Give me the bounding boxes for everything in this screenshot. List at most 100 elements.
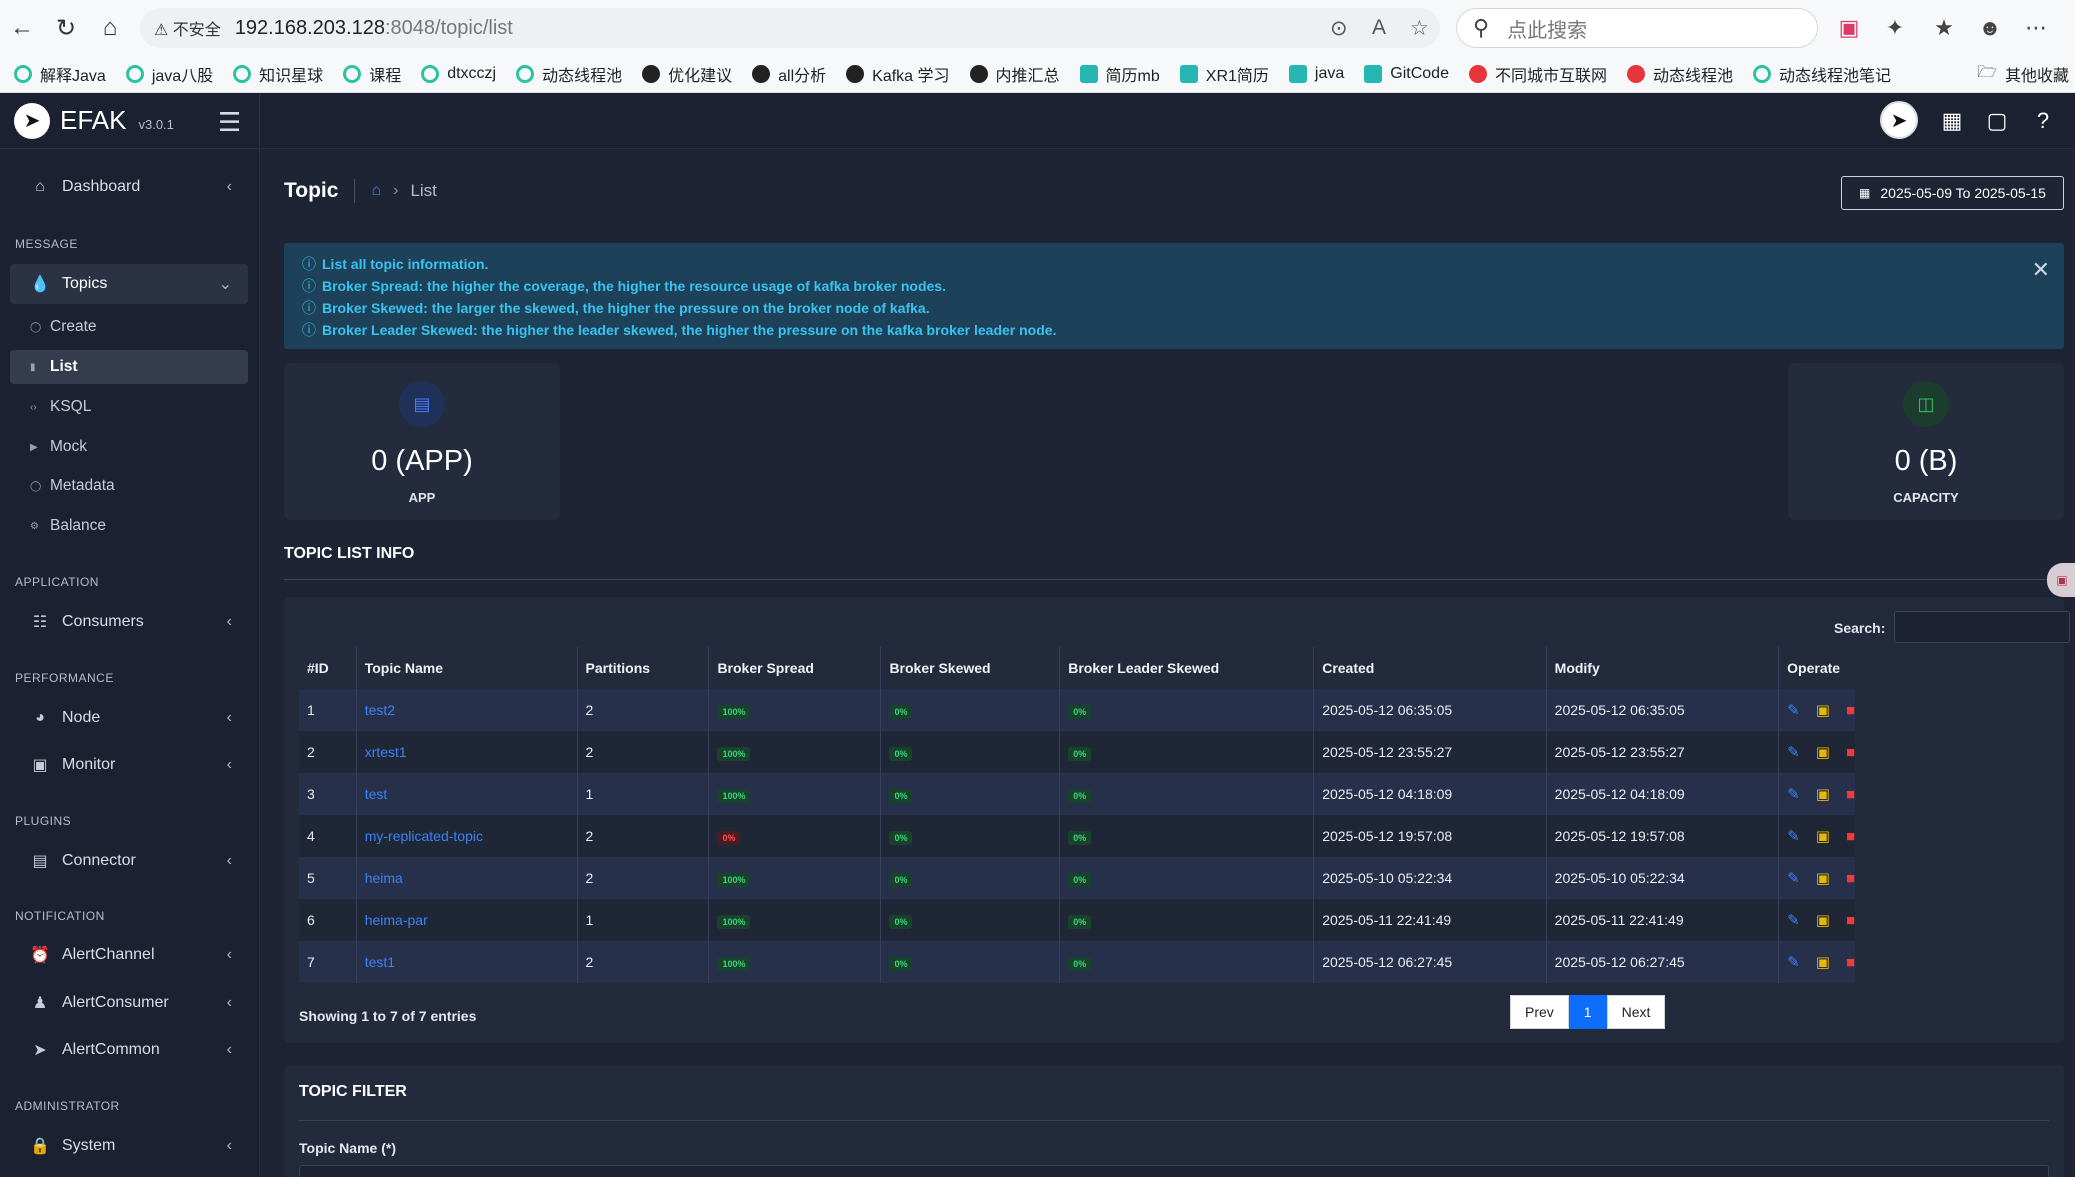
- lock-icon[interactable]: ▣: [1816, 953, 1830, 971]
- topic-link[interactable]: heima: [365, 870, 403, 886]
- browser-search-box[interactable]: ⚲ 点此搜索: [1456, 8, 1818, 48]
- col-partitions[interactable]: Partitions: [576, 647, 709, 689]
- home-icon[interactable]: ⌂: [92, 10, 128, 46]
- edit-icon[interactable]: ✎: [1787, 953, 1800, 971]
- sidebar-item-alertchannel[interactable]: ⏰ AlertChannel ‹: [10, 935, 248, 975]
- topic-name-input[interactable]: Topic: [299, 1165, 2049, 1177]
- col-modify[interactable]: Modify: [1545, 647, 1779, 689]
- security-warning[interactable]: ⚠ 不安全: [154, 16, 221, 40]
- extensions-icon[interactable]: ✦: [1879, 12, 1911, 44]
- lock-icon[interactable]: ▣: [1816, 743, 1830, 761]
- translate-float-icon[interactable]: ▣: [2047, 563, 2075, 597]
- close-icon[interactable]: ✕: [2032, 257, 2050, 283]
- col-created[interactable]: Created: [1313, 647, 1547, 689]
- apps-grid-icon[interactable]: ▦: [1938, 107, 1966, 135]
- bookmark-item[interactable]: 知识星球: [233, 62, 323, 86]
- col-broker-skewed[interactable]: Broker Skewed: [880, 647, 1060, 689]
- bookmark-item[interactable]: 不同城市互联网: [1468, 62, 1607, 86]
- topic-link[interactable]: test1: [365, 954, 395, 970]
- bookmark-item[interactable]: 简历mb: [1079, 62, 1160, 86]
- page-1-button[interactable]: 1: [1568, 995, 1607, 1029]
- sidebar-sub-mock[interactable]: ▶ Mock: [10, 430, 248, 464]
- delete-icon[interactable]: ■: [1846, 786, 1855, 803]
- edit-icon[interactable]: ✎: [1787, 869, 1800, 887]
- help-icon[interactable]: ?: [2029, 107, 2057, 135]
- edit-icon[interactable]: ✎: [1787, 827, 1800, 845]
- table-search-input[interactable]: [1894, 611, 2070, 643]
- favorites-icon[interactable]: ★: [1928, 12, 1960, 44]
- lock-icon[interactable]: ▣: [1816, 869, 1830, 887]
- sidebar-sub-list[interactable]: ▮ List: [10, 350, 248, 384]
- sidebar-item-connector[interactable]: ▤ Connector ‹: [10, 841, 248, 881]
- bookmark-item[interactable]: 动态线程池: [516, 62, 622, 86]
- bookmark-item[interactable]: 动态线程池: [1627, 62, 1733, 86]
- delete-icon[interactable]: ■: [1846, 870, 1855, 887]
- bookmark-item[interactable]: 解释Java: [14, 62, 106, 86]
- more-menu-icon[interactable]: ⋯: [2020, 12, 2052, 44]
- bookmark-item[interactable]: GitCode: [1364, 65, 1449, 83]
- sidebar-sub-metadata[interactable]: ◯ Metadata: [10, 469, 248, 503]
- sidebar-item-consumers[interactable]: ☷ Consumers ‹: [10, 602, 248, 642]
- bookmark-item[interactable]: XR1简历: [1179, 62, 1269, 86]
- cube-icon[interactable]: ▢: [1983, 107, 2011, 135]
- topic-link[interactable]: xrtest1: [365, 744, 407, 760]
- bookmark-item[interactable]: java八股: [125, 62, 213, 86]
- address-bar[interactable]: ⚠ 不安全 192.168.203.128:8048/topic/list ⊙ …: [140, 8, 1440, 48]
- col-operate[interactable]: Operate: [1778, 647, 1855, 689]
- prev-button[interactable]: Prev: [1510, 995, 1569, 1029]
- hamburger-menu-icon[interactable]: ☰: [218, 107, 241, 138]
- sidebar-sub-ksql[interactable]: ‹› KSQL: [10, 390, 248, 424]
- zoom-icon[interactable]: ⊙: [1330, 16, 1348, 41]
- delete-icon[interactable]: ■: [1846, 828, 1855, 845]
- bookmark-item[interactable]: all分析: [752, 62, 826, 86]
- lock-icon[interactable]: ▣: [1816, 701, 1830, 719]
- profile-avatar[interactable]: ☻: [1974, 12, 2006, 44]
- bookmark-item[interactable]: java: [1288, 65, 1344, 83]
- date-range-picker[interactable]: ▦ 2025-05-09 To 2025-05-15: [1841, 176, 2064, 210]
- lock-icon[interactable]: ▣: [1816, 827, 1830, 845]
- next-button[interactable]: Next: [1606, 995, 1666, 1029]
- other-bookmarks-folder[interactable]: 🗁 其他收藏: [1977, 61, 2069, 88]
- delete-icon[interactable]: ■: [1846, 954, 1855, 971]
- read-aloud-icon[interactable]: A: [1372, 16, 1386, 40]
- lock-icon[interactable]: ▣: [1816, 911, 1830, 929]
- sidebar-item-node[interactable]: ◕ Node ‹: [10, 698, 248, 738]
- bookmark-item[interactable]: dtxcczj: [421, 65, 496, 83]
- bookmark-item[interactable]: 内推汇总: [969, 62, 1060, 86]
- topic-link[interactable]: heima-par: [365, 912, 428, 928]
- bookmark-item[interactable]: 动态线程池笔记: [1753, 62, 1891, 86]
- col-topic-name[interactable]: Topic Name: [355, 647, 577, 689]
- edit-icon[interactable]: ✎: [1787, 911, 1800, 929]
- sidebar-item-monitor[interactable]: ▣ Monitor ‹: [10, 745, 248, 785]
- sidebar-item-alertconsumer[interactable]: ♟ AlertConsumer ‹: [10, 983, 248, 1023]
- topic-link[interactable]: my-replicated-topic: [365, 828, 483, 844]
- user-avatar[interactable]: ➤: [1880, 101, 1918, 139]
- breadcrumb-home-icon[interactable]: ⌂: [371, 182, 381, 200]
- sidebar-item-topics[interactable]: 💧 Topics ⌄: [10, 264, 248, 304]
- sidebar-sub-balance[interactable]: ⚙ Balance: [10, 509, 248, 543]
- delete-icon[interactable]: ■: [1846, 744, 1855, 761]
- lock-icon[interactable]: ▣: [1816, 785, 1830, 803]
- edit-icon[interactable]: ✎: [1787, 701, 1800, 719]
- topic-link[interactable]: test: [365, 786, 388, 802]
- url-text[interactable]: 192.168.203.128:8048/topic/list: [235, 17, 513, 40]
- sidebar-item-alertcommon[interactable]: ➤ AlertCommon ‹: [10, 1030, 248, 1070]
- bookmark-item[interactable]: 优化建议: [642, 62, 732, 86]
- back-icon[interactable]: ←: [4, 10, 40, 46]
- delete-icon[interactable]: ■: [1846, 912, 1855, 929]
- sidebar-item-system[interactable]: 🔒 System ‹: [10, 1126, 248, 1166]
- sidebar-item-dashboard[interactable]: ⌂ Dashboard ‹: [10, 167, 248, 207]
- col-broker-spread[interactable]: Broker Spread: [708, 647, 881, 689]
- col-broker-leader-skewed[interactable]: Broker Leader Skewed: [1059, 647, 1314, 689]
- delete-icon[interactable]: ■: [1846, 702, 1855, 719]
- edit-icon[interactable]: ✎: [1787, 785, 1800, 803]
- bookmark-item[interactable]: Kafka 学习: [846, 62, 950, 86]
- translate-extension-icon[interactable]: ▣: [1833, 12, 1865, 44]
- sidebar-sub-create[interactable]: ◯ Create: [10, 310, 248, 344]
- favorite-star-icon[interactable]: ☆: [1410, 16, 1429, 41]
- topic-link[interactable]: test2: [365, 702, 395, 718]
- reload-icon[interactable]: ↻: [48, 10, 84, 46]
- edit-icon[interactable]: ✎: [1787, 743, 1800, 761]
- bookmark-item[interactable]: 课程: [343, 62, 401, 86]
- col-id[interactable]: #ID: [299, 647, 356, 689]
